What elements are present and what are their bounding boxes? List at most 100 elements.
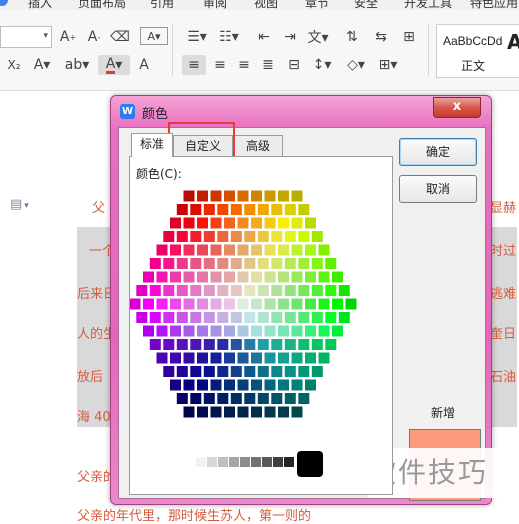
color-swatch[interactable]: [203, 339, 215, 350]
color-swatch[interactable]: [257, 312, 269, 323]
color-swatch[interactable]: [237, 217, 249, 229]
color-swatch[interactable]: [284, 393, 296, 404]
color-swatch[interactable]: [278, 325, 289, 337]
color-swatch[interactable]: [298, 204, 310, 215]
color-swatch[interactable]: [257, 393, 269, 404]
color-swatch[interactable]: [264, 271, 276, 283]
color-palette[interactable]: [130, 157, 392, 494]
color-swatch[interactable]: [278, 406, 289, 418]
color-swatch[interactable]: [284, 285, 296, 296]
color-swatch[interactable]: [224, 190, 235, 202]
color-swatch[interactable]: [237, 298, 249, 310]
color-swatch[interactable]: [305, 217, 316, 229]
color-swatch[interactable]: [271, 231, 283, 242]
color-swatch[interactable]: [183, 190, 195, 202]
color-swatch[interactable]: [298, 393, 310, 404]
color-swatch[interactable]: [278, 271, 289, 283]
color-swatch[interactable]: [224, 271, 235, 283]
color-swatch[interactable]: [170, 217, 181, 229]
color-swatch[interactable]: [284, 339, 296, 350]
color-swatch[interactable]: [345, 298, 357, 310]
gray-swatch[interactable]: [207, 457, 217, 467]
color-swatch[interactable]: [224, 298, 235, 310]
color-swatch[interactable]: [318, 352, 330, 364]
color-swatch[interactable]: [176, 312, 188, 323]
color-swatch[interactable]: [176, 231, 188, 242]
color-swatch[interactable]: [338, 312, 350, 323]
color-swatch[interactable]: [237, 352, 249, 364]
color-swatch[interactable]: [170, 271, 181, 283]
color-swatch[interactable]: [197, 271, 208, 283]
color-swatch[interactable]: [237, 244, 249, 256]
color-swatch[interactable]: [217, 258, 229, 269]
color-swatch[interactable]: [210, 190, 222, 202]
color-swatch[interactable]: [311, 366, 323, 377]
color-swatch[interactable]: [291, 379, 303, 391]
color-swatch[interactable]: [257, 204, 269, 215]
color-swatch[interactable]: [278, 379, 289, 391]
color-swatch[interactable]: [251, 379, 262, 391]
color-swatch[interactable]: [190, 231, 202, 242]
color-swatch[interactable]: [197, 217, 208, 229]
color-swatch[interactable]: [264, 190, 276, 202]
color-swatch[interactable]: [257, 258, 269, 269]
color-swatch[interactable]: [271, 339, 283, 350]
color-swatch[interactable]: [264, 244, 276, 256]
color-swatch[interactable]: [203, 312, 215, 323]
color-swatch[interactable]: [305, 244, 316, 256]
color-swatch[interactable]: [251, 190, 262, 202]
color-swatch[interactable]: [257, 339, 269, 350]
color-swatch[interactable]: [197, 406, 208, 418]
color-swatch[interactable]: [284, 366, 296, 377]
color-swatch[interactable]: [183, 298, 195, 310]
color-swatch[interactable]: [183, 352, 195, 364]
color-swatch[interactable]: [251, 271, 262, 283]
color-swatch[interactable]: [237, 379, 249, 391]
color-swatch[interactable]: [251, 244, 262, 256]
color-swatch[interactable]: [237, 325, 249, 337]
color-swatch[interactable]: [176, 366, 188, 377]
gray-swatch[interactable]: [262, 457, 272, 467]
color-swatch[interactable]: [156, 298, 168, 310]
color-swatch[interactable]: [311, 312, 323, 323]
color-swatch[interactable]: [311, 285, 323, 296]
color-swatch[interactable]: [291, 325, 303, 337]
color-swatch[interactable]: [291, 271, 303, 283]
gray-swatch[interactable]: [240, 457, 250, 467]
color-swatch[interactable]: [284, 312, 296, 323]
color-swatch[interactable]: [149, 312, 161, 323]
color-swatch[interactable]: [210, 271, 222, 283]
color-swatch[interactable]: [190, 366, 202, 377]
color-swatch[interactable]: [190, 258, 202, 269]
color-swatch[interactable]: [183, 406, 195, 418]
color-swatch[interactable]: [170, 298, 181, 310]
color-swatch[interactable]: [305, 379, 316, 391]
color-swatch[interactable]: [197, 244, 208, 256]
color-swatch[interactable]: [143, 271, 154, 283]
color-swatch[interactable]: [176, 204, 188, 215]
color-swatch[interactable]: [190, 339, 202, 350]
color-swatch[interactable]: [224, 352, 235, 364]
color-swatch[interactable]: [318, 271, 330, 283]
color-swatch[interactable]: [305, 325, 316, 337]
color-swatch[interactable]: [271, 366, 283, 377]
color-swatch[interactable]: [244, 285, 256, 296]
color-swatch[interactable]: [190, 393, 202, 404]
color-swatch[interactable]: [217, 231, 229, 242]
color-swatch[interactable]: [183, 271, 195, 283]
color-swatch[interactable]: [190, 312, 202, 323]
color-swatch[interactable]: [237, 406, 249, 418]
gray-swatch[interactable]: [273, 457, 283, 467]
color-swatch[interactable]: [183, 244, 195, 256]
color-swatch[interactable]: [149, 339, 161, 350]
color-swatch[interactable]: [176, 339, 188, 350]
color-swatch[interactable]: [156, 325, 168, 337]
color-swatch[interactable]: [318, 325, 330, 337]
color-swatch[interactable]: [183, 325, 195, 337]
color-swatch[interactable]: [203, 204, 215, 215]
color-swatch[interactable]: [257, 231, 269, 242]
gray-swatch[interactable]: [196, 457, 206, 467]
color-swatch[interactable]: [325, 312, 337, 323]
color-swatch[interactable]: [318, 244, 330, 256]
color-swatch[interactable]: [244, 339, 256, 350]
